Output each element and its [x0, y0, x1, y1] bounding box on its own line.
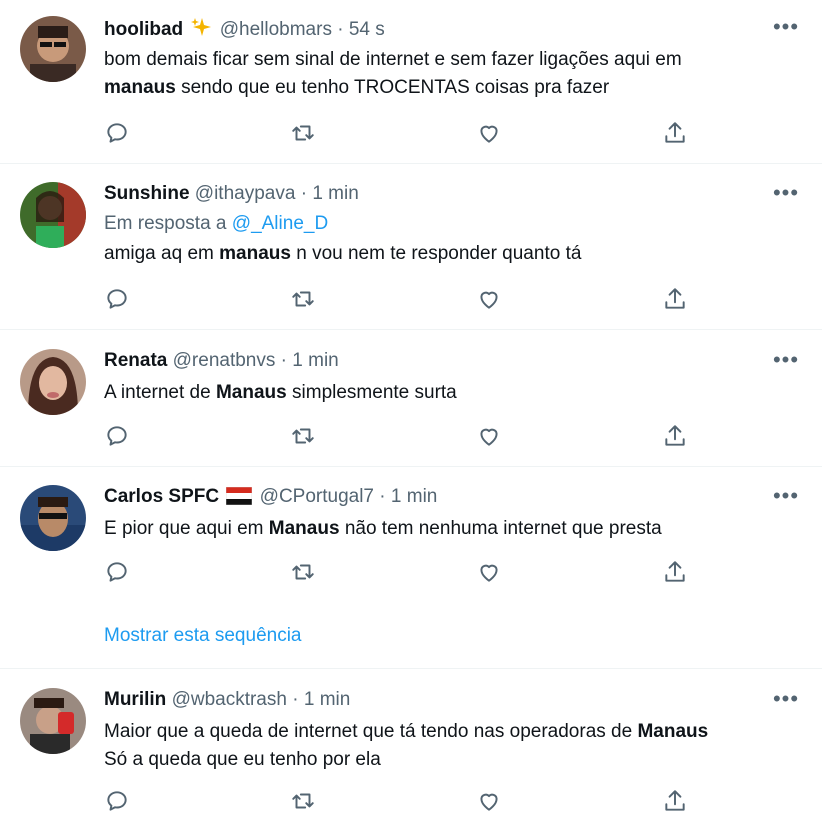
share-icon[interactable]: [662, 120, 690, 148]
highlight-keyword: Manaus: [215, 382, 287, 403]
text-segment: Maior que a queda de internet que tá ten…: [104, 721, 633, 742]
divider: [0, 163, 822, 164]
like-icon[interactable]: [476, 423, 504, 451]
tweet-4[interactable]: Carlos SPFC @CPortugal7 · 1 min ••• E pi…: [0, 485, 822, 665]
author-handle[interactable]: @CPortugal7: [260, 486, 374, 507]
tweet-header: Sunshine @ithaypava · 1 min: [104, 182, 359, 206]
reply-icon[interactable]: [104, 120, 132, 148]
avatar[interactable]: [20, 688, 86, 754]
like-icon[interactable]: [476, 559, 504, 587]
reply-icon[interactable]: [104, 788, 132, 816]
retweet-icon[interactable]: [290, 559, 318, 587]
author-handle[interactable]: @hellobmars: [220, 19, 332, 40]
tweet-header: Murilin @wbacktrash · 1 min: [104, 688, 350, 712]
timestamp[interactable]: 54 s: [349, 19, 385, 40]
share-icon[interactable]: [662, 286, 690, 314]
tweet-actions: [104, 788, 704, 818]
text-segment: sendo que eu tenho TROCENTAS coisas pra …: [181, 77, 610, 98]
text-segment: A internet de: [104, 382, 211, 403]
timestamp[interactable]: 1 min: [304, 689, 350, 710]
highlight-keyword: manaus: [104, 77, 176, 98]
author-name[interactable]: Sunshine: [104, 183, 190, 204]
text-segment: bom demais ficar sem sinal de internet e…: [104, 49, 682, 70]
reply-icon[interactable]: [104, 559, 132, 587]
like-icon[interactable]: [476, 788, 504, 816]
share-icon[interactable]: [662, 423, 690, 451]
avatar[interactable]: [20, 182, 86, 248]
avatar[interactable]: [20, 485, 86, 551]
retweet-icon[interactable]: [290, 423, 318, 451]
more-icon[interactable]: •••: [766, 349, 806, 373]
tweet-actions: [104, 120, 704, 150]
text-segment: E pior que aqui em: [104, 518, 264, 539]
text-segment: não tem nenhuma internet que presta: [344, 518, 662, 539]
separator: ·: [337, 19, 344, 40]
tweet-header: Carlos SPFC @CPortugal7 · 1 min: [104, 485, 437, 512]
separator: ·: [379, 486, 386, 507]
text-segment: Só a queda que eu tenho por ela: [104, 749, 381, 770]
tweet-text: A internet de Manaus simplesmente surta: [104, 379, 794, 407]
tweet-text: bom demais ficar sem sinal de internet e…: [104, 46, 794, 102]
retweet-icon[interactable]: [290, 286, 318, 314]
separator: ·: [292, 689, 299, 710]
text-segment: n vou nem te responder quanto tá: [296, 243, 582, 264]
author-handle[interactable]: @renatbnvs: [173, 350, 276, 371]
sparkles-emoji-icon: [190, 16, 212, 45]
author-handle[interactable]: @wbacktrash: [172, 689, 287, 710]
divider: [0, 466, 822, 467]
timestamp[interactable]: 1 min: [391, 486, 437, 507]
tweet-5[interactable]: Murilin @wbacktrash · 1 min ••• Maior qu…: [0, 688, 822, 828]
reply-icon[interactable]: [104, 286, 132, 314]
separator: ·: [300, 183, 308, 204]
reply-to-link[interactable]: @_Aline_D: [232, 213, 328, 234]
retweet-icon[interactable]: [290, 788, 318, 816]
tweet-1[interactable]: hoolibad @hellobmars · 54 s ••• bom dema…: [0, 16, 822, 164]
like-icon[interactable]: [476, 120, 504, 148]
more-icon[interactable]: •••: [766, 688, 806, 712]
avatar[interactable]: [20, 16, 86, 82]
author-name[interactable]: Renata: [104, 350, 167, 371]
timestamp[interactable]: 1 min: [292, 350, 338, 371]
tweet-2[interactable]: Sunshine @ithaypava · 1 min ••• Em respo…: [0, 182, 822, 330]
text-segment: simplesmente surta: [292, 382, 457, 403]
reply-prefix: Em resposta a: [104, 213, 227, 234]
highlight-keyword: manaus: [219, 243, 291, 264]
tweet-header: Renata @renatbnvs · 1 min: [104, 349, 339, 373]
tweet-text: E pior que aqui em Manaus não tem nenhum…: [104, 515, 794, 543]
show-thread-link[interactable]: Mostrar esta sequência: [104, 625, 302, 647]
share-icon[interactable]: [662, 788, 690, 816]
like-icon[interactable]: [476, 286, 504, 314]
share-icon[interactable]: [662, 559, 690, 587]
retweet-icon[interactable]: [290, 120, 318, 148]
more-icon[interactable]: •••: [766, 182, 806, 206]
highlight-keyword: Manaus: [268, 518, 340, 539]
divider: [0, 668, 822, 669]
tweet-text: amiga aq em manaus n vou nem te responde…: [104, 240, 794, 268]
author-handle[interactable]: @ithaypava: [195, 183, 296, 204]
author-name[interactable]: Carlos SPFC: [104, 486, 219, 507]
avatar[interactable]: [20, 349, 86, 415]
tweet-3[interactable]: Renata @renatbnvs · 1 min ••• A internet…: [0, 349, 822, 467]
text-segment: amiga aq em: [104, 243, 214, 264]
timestamp[interactable]: 1 min: [312, 183, 358, 204]
author-name[interactable]: Murilin: [104, 689, 166, 710]
tweet-header: hoolibad @hellobmars · 54 s: [104, 16, 385, 45]
tweet-actions: [104, 559, 704, 589]
tweet-text: Maior que a queda de internet que tá ten…: [104, 718, 794, 774]
author-name[interactable]: hoolibad: [104, 19, 183, 40]
reply-context: Em resposta a @_Aline_D: [104, 212, 328, 236]
divider: [0, 329, 822, 330]
highlight-keyword: Manaus: [637, 721, 709, 742]
tweet-actions: [104, 286, 704, 316]
separator: ·: [280, 350, 287, 371]
more-icon[interactable]: •••: [766, 16, 806, 40]
reply-icon[interactable]: [104, 423, 132, 451]
tweet-actions: [104, 423, 704, 453]
more-icon[interactable]: •••: [766, 485, 806, 509]
flag-emoji-icon: [226, 486, 253, 512]
